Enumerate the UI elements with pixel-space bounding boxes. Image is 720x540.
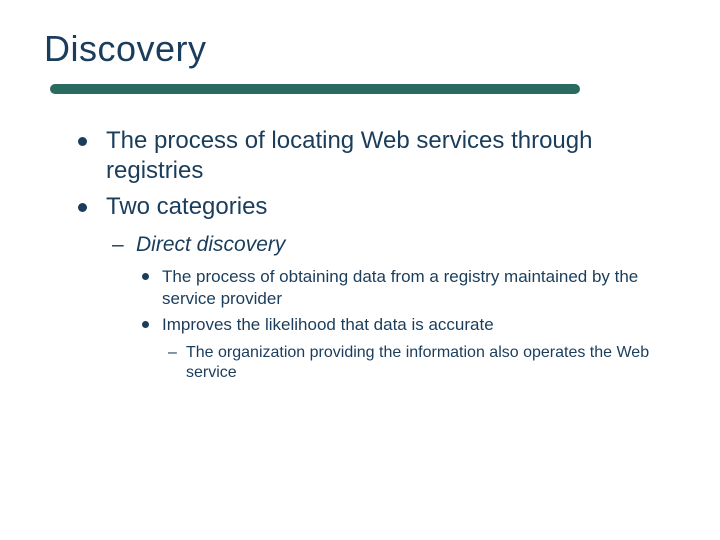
slide-title: Discovery (44, 28, 720, 70)
title-area: Discovery (0, 0, 720, 98)
bullet-text: Improves the likelihood that data is acc… (162, 315, 494, 334)
bullet-item: Two categories Direct discovery The proc… (78, 192, 660, 384)
bullet-list-lvl3: The process of obtaining data from a reg… (142, 266, 660, 384)
bullet-list-lvl2: Direct discovery The process of obtainin… (112, 232, 660, 384)
bullet-item: The process of obtaining data from a reg… (142, 266, 660, 310)
slide: Discovery The process of locating Web se… (0, 0, 720, 540)
bullet-item: The process of locating Web services thr… (78, 126, 660, 186)
bullet-item: The organization providing the informati… (168, 343, 660, 385)
bullet-item: Direct discovery The process of obtainin… (112, 232, 660, 384)
bullet-text: The organization providing the informati… (186, 344, 649, 382)
bullet-list-lvl1: The process of locating Web services thr… (78, 126, 660, 384)
bullet-text: Direct discovery (136, 233, 285, 256)
title-underline (40, 78, 720, 98)
bullet-text: The process of locating Web services thr… (106, 127, 592, 184)
content-area: The process of locating Web services thr… (0, 98, 720, 384)
bullet-item: Improves the likelihood that data is acc… (142, 314, 660, 384)
bullet-text: The process of obtaining data from a reg… (162, 267, 638, 308)
bullet-text: Two categories (106, 193, 267, 220)
bullet-list-lvl4: The organization providing the informati… (168, 343, 660, 385)
underline-bar (50, 84, 580, 94)
